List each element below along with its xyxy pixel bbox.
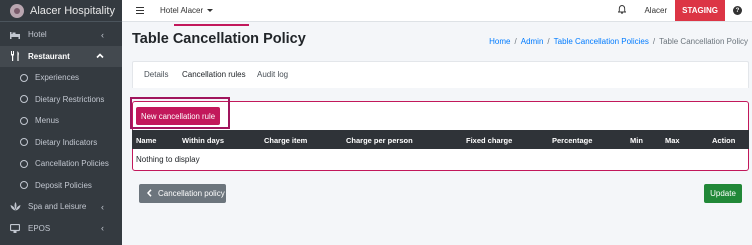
sidebar-item-dietary-restrictions[interactable]: Dietary Restrictions	[0, 89, 122, 111]
chevron-down-icon	[96, 51, 104, 61]
sidebar-nav: Hotel ‹ Restaurant Experiences Dietary R…	[0, 22, 122, 239]
sidebar-item-label: Spa and Leisure	[28, 202, 87, 212]
staging-badge: STAGING	[675, 0, 725, 21]
sidebar-item-experiences[interactable]: Experiences	[0, 67, 122, 89]
sidebar: Alacer Hospitality Hotel ‹ Restaurant Ex…	[0, 0, 122, 245]
sidebar-item-label: Hotel	[28, 30, 47, 40]
sidebar-item-label: Cancellation Policies	[35, 159, 109, 169]
new-cancellation-rule-button[interactable]: New cancellation rule	[136, 107, 220, 125]
sidebar-item-cancellation-policies[interactable]: Cancellation Policies	[0, 153, 122, 175]
breadcrumb-admin[interactable]: Admin	[521, 37, 544, 46]
bell-icon[interactable]	[618, 5, 627, 16]
sidebar-item-menus[interactable]: Menus	[0, 110, 122, 132]
chevron-left-icon	[146, 188, 152, 199]
caret-down-icon	[207, 9, 214, 13]
page-title: Table Cancellation Policy	[132, 31, 306, 47]
circle-icon	[20, 116, 28, 125]
breadcrumb-separator: /	[652, 37, 656, 46]
breadcrumb-current: Table Cancellation Policy	[659, 37, 748, 46]
topbar: Hotel Alacer Alacer STAGING ?	[122, 0, 752, 22]
brand-logo-icon	[10, 3, 24, 18]
table-empty-message: Nothing to display	[136, 155, 200, 164]
tab-audit-log[interactable]: Audit log	[257, 70, 288, 79]
circle-icon	[20, 159, 28, 168]
active-tab-indicator	[174, 24, 249, 26]
sidebar-item-spa-and-leisure[interactable]: Spa and Leisure ‹	[0, 196, 122, 218]
sidebar-item-restaurant[interactable]: Restaurant	[0, 45, 122, 67]
sidebar-item-dietary-indicators[interactable]: Dietary Indicators	[0, 132, 122, 154]
sidebar-item-label: Experiences	[35, 73, 80, 83]
topbar-right: Alacer STAGING ?	[618, 0, 752, 21]
back-button-label: Cancellation policy	[158, 189, 225, 198]
breadcrumb-home[interactable]: Home	[489, 37, 510, 46]
chevron-left-icon: ‹	[101, 201, 104, 212]
help-icon[interactable]: ?	[733, 6, 742, 15]
menu-toggle-icon[interactable]	[136, 7, 144, 14]
chevron-left-icon: ‹	[101, 223, 104, 234]
tabs-card: Details Cancellation rules Audit log	[132, 61, 749, 88]
back-to-cancellation-policy-button[interactable]: Cancellation policy	[139, 184, 226, 203]
circle-icon	[20, 73, 28, 82]
utensils-icon	[9, 51, 21, 62]
breadcrumb: Home / Admin / Table Cancellation Policies / T…	[489, 37, 748, 46]
column-header-max: Max	[665, 136, 680, 145]
tab-cancellation-rules[interactable]: Cancellation rules	[182, 70, 246, 79]
user-menu[interactable]: Alacer	[644, 6, 667, 15]
sidebar-item-label: Restaurant	[28, 51, 70, 61]
column-header-within-days: Within days	[182, 136, 225, 145]
brand-name: Alacer Hospitality	[30, 4, 115, 17]
hotel-selector[interactable]: Hotel Alacer	[160, 6, 214, 15]
hotel-selector-label: Hotel Alacer	[160, 6, 204, 15]
column-header-min: Min	[630, 136, 643, 145]
sidebar-item-label: Dietary Restrictions	[35, 94, 105, 104]
circle-icon	[20, 138, 28, 147]
column-header-charge-item: Charge item	[264, 136, 308, 145]
sidebar-item-label: Deposit Policies	[35, 180, 92, 190]
sidebar-item-hotel[interactable]: Hotel ‹	[0, 24, 122, 46]
hotel-icon	[9, 30, 21, 40]
column-header-charge-per-person: Charge per person	[346, 136, 413, 145]
tab-details[interactable]: Details	[144, 70, 168, 79]
breadcrumb-separator: /	[514, 37, 517, 46]
circle-icon	[20, 181, 28, 190]
breadcrumb-table-cancellation-policies[interactable]: Table Cancellation Policies	[554, 37, 649, 46]
column-header-name: Name	[136, 136, 157, 145]
sidebar-item-label: EPOS	[28, 223, 51, 233]
circle-icon	[20, 95, 28, 104]
spa-icon	[9, 202, 21, 212]
column-header-percentage: Percentage	[552, 136, 593, 145]
sidebar-item-label: Dietary Indicators	[35, 137, 98, 147]
breadcrumb-separator: /	[547, 37, 550, 46]
column-header-fixed-charge: Fixed charge	[466, 136, 513, 145]
epos-icon	[9, 223, 21, 233]
column-header-action: Action	[712, 136, 736, 145]
sidebar-item-label: Menus	[35, 116, 60, 126]
rules-table-header: Name Within days Charge item Charge per …	[132, 130, 749, 149]
update-button[interactable]: Update	[704, 184, 742, 203]
sidebar-item-epos[interactable]: EPOS ‹	[0, 218, 122, 240]
brand[interactable]: Alacer Hospitality	[0, 0, 122, 22]
sidebar-item-deposit-policies[interactable]: Deposit Policies	[0, 175, 122, 197]
chevron-left-icon: ‹	[101, 29, 104, 40]
